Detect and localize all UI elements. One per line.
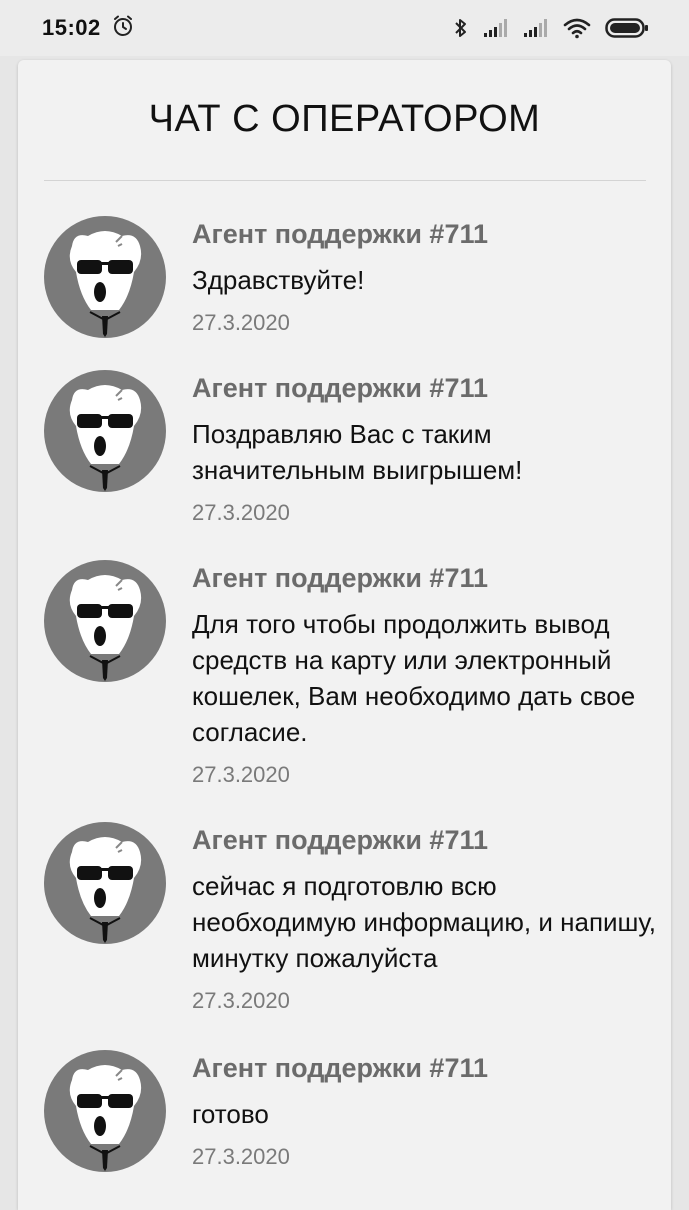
message-text: Поздравляю Вас с таким значительным выиг… [192,419,523,485]
sender-name: Агент поддержки #711 [192,825,488,855]
message-text: Для того чтобы продолжить вывод средств … [192,609,636,747]
clock-time: 15:02 [42,15,101,40]
message-date: 27.3.2020 [192,762,290,787]
avatar[interactable] [44,560,166,682]
message-text: сейчас я подготовлю всю необходимую инфо… [192,871,657,973]
sender-name: Агент поддержки #711 [192,563,488,593]
message-date: 27.3.2020 [192,988,290,1013]
message-date: 27.3.2020 [192,1144,290,1169]
avatar[interactable] [44,216,166,338]
message-date: 27.3.2020 [192,310,290,335]
signal-icon [523,18,549,38]
status-bar: 15:02 [0,0,689,56]
alarm-icon [111,14,135,43]
avatar[interactable] [44,822,166,944]
battery-icon [605,17,649,39]
wifi-icon [563,17,591,39]
message-text: готово [192,1099,269,1129]
sender-name: Агент поддержки #711 [192,219,488,249]
avatar[interactable] [44,370,166,492]
sender-name: Агент поддержки #711 [192,1053,488,1083]
bluetooth-icon [453,16,469,40]
message-text: Здравствуйте! [192,265,365,295]
divider [44,180,646,181]
signal-icon [483,18,509,38]
page-title: ЧАТ С ОПЕРАТОРОМ [148,98,541,140]
avatar[interactable] [44,1050,166,1172]
sender-name: Агент поддержки #711 [192,373,488,403]
message-date: 27.3.2020 [192,500,290,525]
